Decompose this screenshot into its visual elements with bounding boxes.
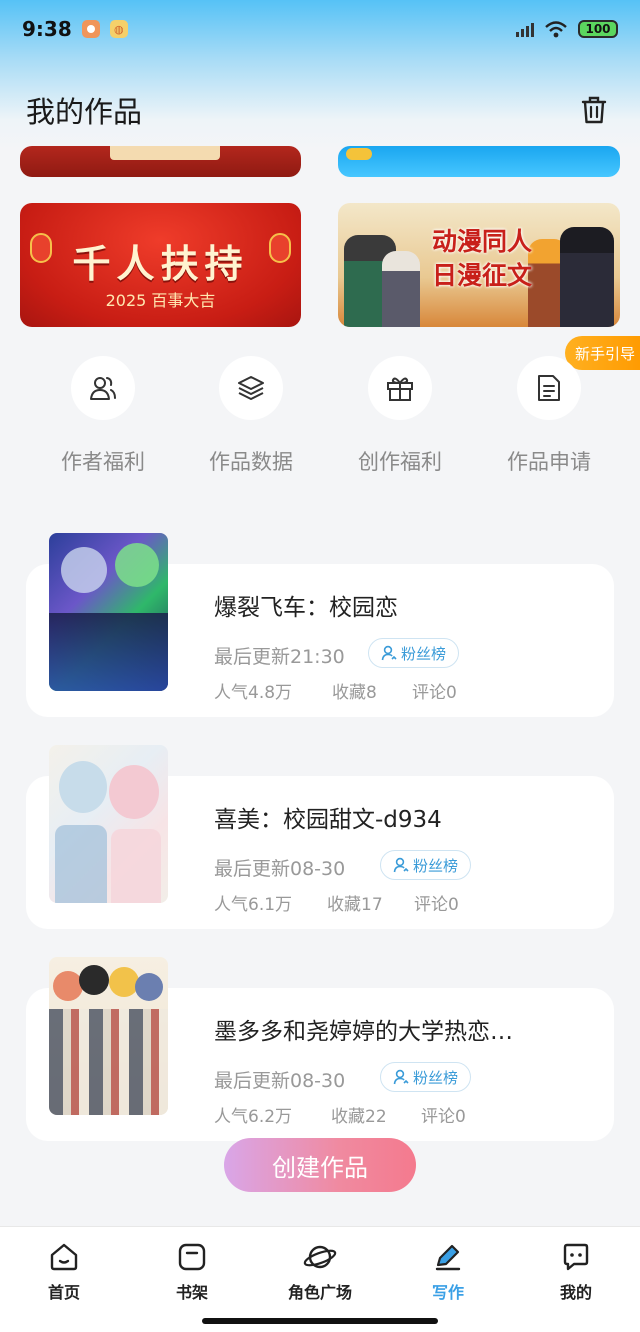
work-cover-image[interactable] xyxy=(49,533,168,691)
work-updated: 最后更新08-30 xyxy=(214,1070,346,1092)
bookshelf-icon xyxy=(178,1243,206,1271)
signal-icon xyxy=(516,21,534,37)
work-cover-image[interactable] xyxy=(49,957,168,1115)
banner-anime-title: 动漫同人 日漫征文 xyxy=(412,225,552,293)
quick-author-benefits-circle xyxy=(71,356,135,420)
fan-ranking-label: 粉丝榜 xyxy=(413,1068,459,1087)
work-popularity: 人气4.8万 xyxy=(214,683,293,703)
layers-icon xyxy=(238,376,264,400)
gift-icon xyxy=(387,377,413,401)
fan-ranking-tag[interactable]: 粉丝榜 xyxy=(368,638,460,668)
tab-bookshelf-label: 书架 xyxy=(175,1283,208,1302)
battery-indicator: 100 xyxy=(578,20,618,38)
banner-support-program[interactable]: 千人扶持 2025 百事大吉 xyxy=(20,203,301,327)
tab-mine-label: 我的 xyxy=(559,1283,592,1302)
create-work-button[interactable]: 创建作品 xyxy=(224,1138,416,1192)
work-cover-image[interactable] xyxy=(49,745,168,903)
tab-home[interactable]: 首页 xyxy=(0,1241,128,1305)
quick-creation-benefits[interactable]: 创作福利 xyxy=(325,356,475,486)
work-popularity: 人气6.2万 xyxy=(214,1107,293,1127)
banner-card-partial-left[interactable] xyxy=(20,146,301,177)
banner-support-title: 千人扶持 xyxy=(72,241,249,286)
work-favorites: 收藏17 xyxy=(327,895,383,915)
record-icon xyxy=(81,20,100,38)
quick-work-application-circle xyxy=(517,356,581,420)
work-comments: 评论0 xyxy=(412,683,457,703)
work-stats: 人气6.2万 收藏22 评论0 xyxy=(214,1102,466,1127)
fan-icon xyxy=(393,1069,409,1085)
wifi-icon xyxy=(545,21,567,38)
work-favorites: 收藏8 xyxy=(332,683,377,703)
quick-work-application-label: 作品申请 xyxy=(507,450,591,474)
chat-icon xyxy=(563,1243,589,1271)
trash-button[interactable] xyxy=(574,90,614,130)
fan-icon xyxy=(393,857,409,873)
status-time: 9:38 xyxy=(22,17,72,41)
tab-bookshelf[interactable]: 书架 xyxy=(128,1241,256,1305)
banner-support-subtitle: 2025 百事大吉 xyxy=(105,291,216,310)
work-popularity: 人气6.1万 xyxy=(214,895,293,915)
home-indicator xyxy=(202,1318,438,1324)
trash-icon xyxy=(581,96,607,124)
page-header: 我的作品 xyxy=(0,80,640,140)
fan-icon xyxy=(381,645,397,661)
work-title: 喜美：校园甜文-d934 xyxy=(214,807,442,833)
work-stats: 人气6.1万 收藏17 评论0 xyxy=(214,890,459,915)
planet-icon xyxy=(303,1245,337,1269)
quick-author-benefits[interactable]: 作者福利 xyxy=(28,356,178,486)
home-icon xyxy=(50,1243,78,1271)
banner-card-partial-right[interactable] xyxy=(338,146,620,177)
fan-ranking-tag[interactable]: 粉丝榜 xyxy=(380,850,472,880)
banner-anime-contest[interactable]: 动漫同人 日漫征文 xyxy=(338,203,620,327)
status-bar: 9:38 ◍ 100 xyxy=(0,0,640,58)
quick-creation-benefits-label: 创作福利 xyxy=(358,450,442,474)
quick-work-application[interactable]: 作品申请 xyxy=(474,356,624,486)
work-updated: 最后更新08-30 xyxy=(214,858,346,880)
work-comments: 评论0 xyxy=(421,1107,466,1127)
work-comments: 评论0 xyxy=(414,895,459,915)
quick-creation-benefits-circle xyxy=(368,356,432,420)
tab-mine[interactable]: 我的 xyxy=(512,1241,640,1305)
work-favorites: 收藏22 xyxy=(331,1107,387,1127)
page-title: 我的作品 xyxy=(26,95,143,129)
document-icon xyxy=(538,375,560,401)
pen-icon xyxy=(435,1244,461,1271)
bottom-tab-bar: 首页 书架 角色广场 写作 我的 xyxy=(0,1226,640,1332)
tab-writing[interactable]: 写作 xyxy=(384,1241,512,1305)
quick-work-data-circle xyxy=(219,356,283,420)
fan-ranking-label: 粉丝榜 xyxy=(401,644,447,663)
work-title: 墨多多和尧婷婷的大学热恋… xyxy=(214,1019,513,1045)
tab-character-square-label: 角色广场 xyxy=(287,1283,352,1302)
notification-icon: ◍ xyxy=(109,20,128,38)
quick-work-data-label: 作品数据 xyxy=(209,450,293,474)
fan-ranking-label: 粉丝榜 xyxy=(413,856,459,875)
work-stats: 人气4.8万 收藏8 评论0 xyxy=(214,678,457,703)
people-icon xyxy=(90,377,116,400)
tab-writing-label: 写作 xyxy=(431,1283,464,1302)
tab-home-label: 首页 xyxy=(47,1283,80,1302)
banner-anime-title-line2: 日漫征文 xyxy=(431,261,532,290)
fan-ranking-tag[interactable]: 粉丝榜 xyxy=(380,1062,472,1092)
quick-author-benefits-label: 作者福利 xyxy=(61,450,145,474)
banner-anime-title-line1: 动漫同人 xyxy=(431,227,532,256)
work-title: 爆裂飞车：校园恋 xyxy=(214,595,398,621)
quick-work-data[interactable]: 作品数据 xyxy=(176,356,326,486)
tab-character-square[interactable]: 角色广场 xyxy=(256,1241,384,1305)
work-updated: 最后更新21:30 xyxy=(214,646,345,668)
